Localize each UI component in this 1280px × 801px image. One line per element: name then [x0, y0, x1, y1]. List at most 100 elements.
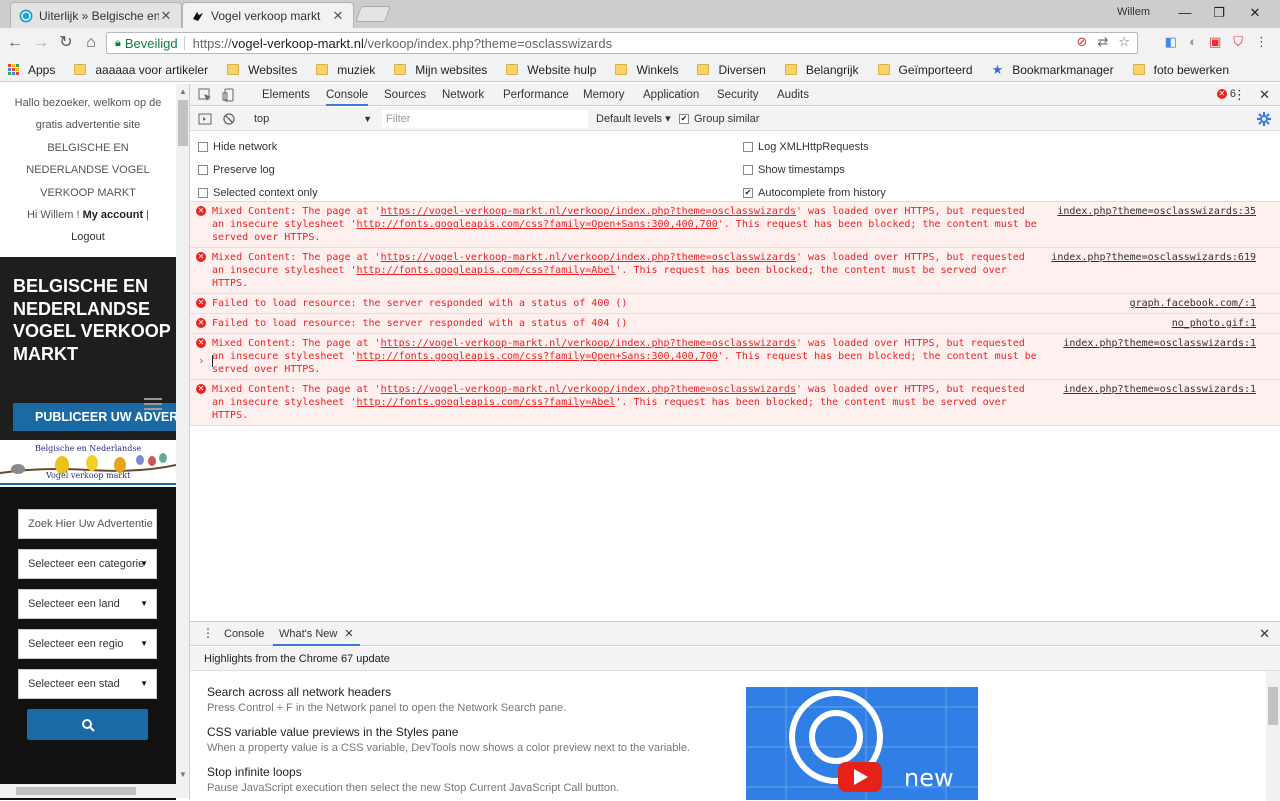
- setting-checkbox[interactable]: ✔ Autocomplete from history: [743, 187, 886, 199]
- bookmark-apps[interactable]: Apps: [8, 63, 55, 77]
- console-error-message[interactable]: ✕ Mixed Content: The page at 'https://vog…: [190, 202, 1280, 248]
- bookmark-item[interactable]: aaaaaa voor artikeler: [74, 63, 208, 77]
- setting-checkbox[interactable]: Preserve log: [198, 164, 275, 176]
- back-arrow-icon[interactable]: ←: [6, 34, 24, 52]
- profile-name[interactable]: Willem: [1117, 6, 1150, 18]
- search-input[interactable]: Zoek Hier Uw Advertentie: [18, 509, 157, 539]
- message-link[interactable]: https://vogel-verkoop-markt.nl/verkoop/i…: [381, 338, 796, 349]
- forward-arrow-icon[interactable]: →: [32, 34, 50, 52]
- drawer-tab-whats-new[interactable]: What's New ✕: [273, 622, 360, 646]
- tab-elements[interactable]: Elements: [262, 84, 310, 106]
- bookmark-item[interactable]: Diversen: [697, 63, 766, 77]
- message-source-link[interactable]: index.php?theme=osclasswizards:35: [1057, 205, 1256, 218]
- message-source-link[interactable]: index.php?theme=osclasswizards:619: [1051, 251, 1256, 264]
- context-select[interactable]: top ▼: [254, 111, 372, 127]
- message-link[interactable]: https://vogel-verkoop-markt.nl/verkoop/i…: [381, 206, 796, 217]
- tab-vogel-verkoop[interactable]: Vogel verkoop markt ✕: [182, 2, 354, 28]
- tab-performance[interactable]: Performance: [503, 84, 569, 106]
- message-link[interactable]: http://fonts.googleapis.com/css?family=O…: [357, 351, 718, 362]
- tab-sources[interactable]: Sources: [384, 84, 426, 106]
- google-translate-icon[interactable]: ◧: [1165, 34, 1177, 50]
- scrollbar-thumb[interactable]: [178, 100, 188, 146]
- shield-icon[interactable]: ⛉: [1233, 34, 1243, 50]
- hamburger-menu-icon[interactable]: [144, 398, 162, 412]
- message-link[interactable]: http://fonts.googleapis.com/css?family=A…: [357, 397, 616, 408]
- whats-new-item[interactable]: Search across all network headers Press C…: [207, 684, 747, 716]
- translate-icon[interactable]: ⇄: [1097, 34, 1108, 50]
- search-button[interactable]: [27, 709, 148, 740]
- tab-network[interactable]: Network: [442, 84, 484, 106]
- bookmark-item[interactable]: foto bewerken: [1132, 63, 1229, 77]
- message-source-link[interactable]: index.php?theme=osclasswizards:1: [1063, 337, 1256, 350]
- my-account-link[interactable]: My account: [83, 209, 144, 221]
- tab-audits[interactable]: Audits: [777, 84, 809, 106]
- whats-new-item[interactable]: CSS variable value previews in the Style…: [207, 724, 747, 756]
- drawer-scrollbar[interactable]: [1266, 671, 1280, 801]
- message-source-link[interactable]: index.php?theme=osclasswizards:1: [1063, 383, 1256, 396]
- chrome-67-promo-image[interactable]: new: [746, 687, 978, 800]
- filter-input[interactable]: Filter: [382, 110, 588, 128]
- site-title[interactable]: BELGISCHE EN NEDERLANDSE VOGEL VERKOOP M…: [13, 275, 173, 365]
- bookmark-item[interactable]: Geïmporteerd: [877, 63, 973, 77]
- bookmark-item[interactable]: Winkels: [615, 63, 678, 77]
- tab-application[interactable]: Application: [643, 84, 699, 106]
- setting-checkbox[interactable]: Show timestamps: [743, 164, 845, 176]
- region-select[interactable]: Selecteer een regio ▼: [18, 629, 157, 659]
- close-icon[interactable]: ✕: [159, 8, 173, 24]
- tab-console[interactable]: Console: [326, 84, 369, 106]
- new-tab-button[interactable]: [355, 6, 391, 22]
- scrollbar-thumb[interactable]: [1268, 687, 1278, 725]
- console-error-message[interactable]: ✕ Mixed Content: The page at 'https://vog…: [190, 334, 1280, 380]
- minimize-button[interactable]: —: [1170, 2, 1200, 24]
- console-error-message[interactable]: ✕ Failed to load resource: the server res…: [190, 294, 1280, 314]
- bookmark-item[interactable]: Mijn websites: [394, 63, 487, 77]
- page-vertical-scrollbar[interactable]: ▲ ▼: [176, 84, 189, 784]
- bookmark-item[interactable]: Website hulp: [506, 63, 596, 77]
- logout-link[interactable]: Logout: [0, 226, 176, 248]
- inspect-element-icon[interactable]: [198, 88, 212, 102]
- checkbox-unchecked[interactable]: [743, 142, 753, 152]
- play-icon[interactable]: ▣: [1209, 34, 1221, 50]
- city-select[interactable]: Selecteer een stad ▼: [18, 669, 157, 699]
- gear-icon[interactable]: [1256, 111, 1272, 127]
- home-icon[interactable]: ⌂: [82, 34, 100, 52]
- bookmark-star-icon[interactable]: ☆: [1118, 34, 1130, 50]
- message-link[interactable]: https://vogel-verkoop-markt.nl/verkoop/i…: [381, 384, 796, 395]
- message-source-link[interactable]: graph.facebook.com/:1: [1130, 297, 1256, 310]
- blocked-content-icon[interactable]: ⊘: [1077, 34, 1088, 50]
- device-toolbar-icon[interactable]: [222, 88, 236, 102]
- close-icon[interactable]: ✕: [331, 8, 345, 24]
- scrollbar-thumb[interactable]: [16, 787, 136, 795]
- extension-icon[interactable]: ◐: [1189, 34, 1197, 50]
- checkbox-unchecked[interactable]: [743, 165, 753, 175]
- more-menu-icon[interactable]: ⋮: [1233, 87, 1246, 103]
- close-icon[interactable]: ✕: [344, 628, 353, 640]
- setting-checkbox[interactable]: Log XMLHttpRequests: [743, 141, 869, 153]
- close-drawer-icon[interactable]: ✕: [1259, 626, 1270, 642]
- tab-memory[interactable]: Memory: [583, 84, 625, 106]
- console-prompt[interactable]: ›: [198, 354, 205, 367]
- console-error-message[interactable]: ✕ Mixed Content: The page at 'https://vog…: [190, 380, 1280, 426]
- checkbox-unchecked[interactable]: [198, 188, 208, 198]
- site-logo-banner[interactable]: Belgische en Nederlandse Vogel verkoop m…: [0, 443, 176, 485]
- checkbox-checked[interactable]: ✔: [743, 188, 753, 198]
- checkbox-unchecked[interactable]: [198, 165, 208, 175]
- clear-console-icon[interactable]: [222, 112, 236, 126]
- category-select[interactable]: Selecteer een categorie ▼: [18, 549, 157, 579]
- message-link[interactable]: http://fonts.googleapis.com/css?family=A…: [357, 265, 616, 276]
- close-window-button[interactable]: ✕: [1240, 2, 1270, 24]
- bookmark-item[interactable]: ★ Bookmarkmanager: [992, 62, 1114, 78]
- close-devtools-icon[interactable]: ✕: [1259, 87, 1270, 103]
- log-levels-dropdown[interactable]: Default levels ▾: [596, 111, 671, 127]
- maximize-button[interactable]: ❐: [1204, 2, 1234, 24]
- setting-checkbox[interactable]: Selected context only: [198, 187, 318, 199]
- setting-checkbox[interactable]: Hide network: [198, 141, 277, 153]
- bookmark-item[interactable]: Belangrijk: [784, 63, 859, 77]
- scroll-down-icon[interactable]: ▼: [179, 770, 187, 779]
- message-link[interactable]: http://fonts.googleapis.com/css?family=O…: [357, 219, 718, 230]
- drawer-menu-icon[interactable]: ⋮: [202, 626, 214, 640]
- whats-new-item[interactable]: Stop infinite loops Pause JavaScript exec…: [207, 764, 747, 796]
- message-source-link[interactable]: no_photo.gif:1: [1172, 317, 1256, 330]
- bookmark-item[interactable]: muziek: [316, 63, 375, 77]
- country-select[interactable]: Selecteer een land ▼: [18, 589, 157, 619]
